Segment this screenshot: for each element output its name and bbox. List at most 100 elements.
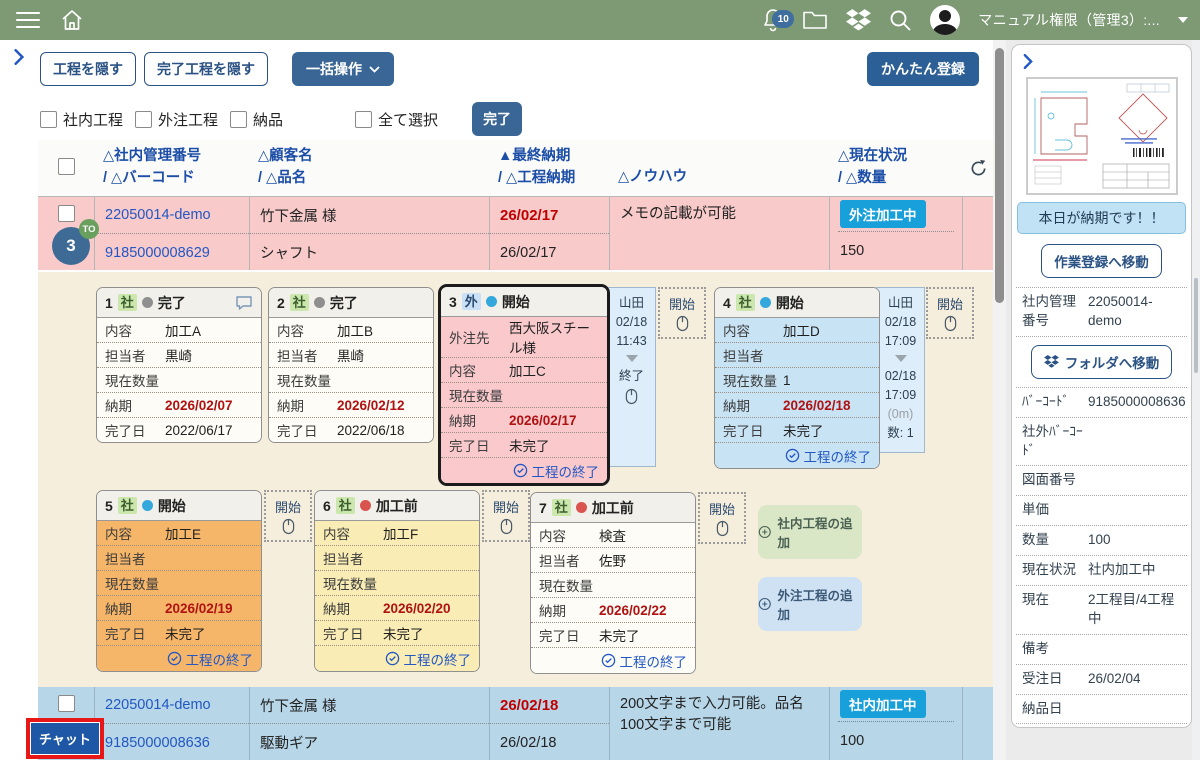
filter-select-all[interactable]: 全て選択 — [355, 109, 438, 130]
end-process-link[interactable]: 工程の終了 — [441, 458, 607, 483]
table-header-row: △社内管理番号/ △バーコード △顧客名/ △品名 ▲最終納期/ △工程納期 △… — [38, 140, 993, 197]
hide-process-button[interactable]: 工程を隠す — [40, 52, 136, 86]
home-icon[interactable] — [60, 9, 84, 31]
field-row: 社内管理番号 22050014-demo — [1012, 288, 1191, 336]
filter-internal-process[interactable]: 社内工程 — [40, 109, 123, 130]
complete-button[interactable]: 完了 — [472, 102, 522, 136]
process-card-3-selected[interactable]: 3 外 開始 外注先西大阪スチール様 内容加工C 現在数量 納期2026/02/… — [438, 284, 610, 486]
col-header-due[interactable]: ▲最終納期/ △工程納期 — [490, 140, 610, 196]
end-process-link[interactable]: 工程の終了 — [97, 646, 261, 671]
work-log-panel-3[interactable]: 山田 02/18 11:43 終了 — [607, 287, 656, 467]
checkbox-delivery[interactable] — [230, 111, 247, 128]
add-internal-process-button[interactable]: 社内工程の追加 — [758, 505, 862, 559]
start-process-button-4[interactable]: 開始 — [926, 287, 974, 339]
notifications-bell-icon[interactable]: 10 — [762, 8, 784, 32]
arrow-down-icon — [895, 355, 907, 362]
refresh-icon[interactable] — [969, 159, 988, 178]
card-body: 内容加工D 担当者 現在数量1 納期2026/02/18 完了日未完了 工程の終… — [715, 318, 879, 468]
account-label[interactable]: マニュアル権限（管理3）:... — [978, 10, 1160, 30]
search-icon[interactable] — [889, 9, 912, 32]
start-process-button-7[interactable]: 開始 — [698, 492, 746, 544]
start-process-button-3[interactable]: 開始 — [658, 287, 706, 339]
bulk-action-button[interactable]: 一括操作 — [292, 52, 394, 86]
add-external-process-button[interactable]: 外注工程の追加 — [758, 577, 862, 631]
status-dot-blue — [142, 500, 153, 511]
process-card-5[interactable]: 5 社 開始 内容加工E 担当者 現在数量 納期2026/02/19 完了日未完… — [96, 490, 262, 672]
status-dot-red — [576, 502, 587, 513]
account-caret-icon[interactable] — [1178, 17, 1188, 23]
process-card-4[interactable]: 4 社 開始 内容加工D 担当者 現在数量1 納期2026/02/18 完了日未… — [714, 287, 880, 469]
order-id-link[interactable]: 22050014-demo — [105, 207, 211, 223]
row1-checkbox-cell: 3TO — [38, 197, 95, 271]
process-card-6[interactable]: 6 社 加工前 内容加工F 担当者 現在数量 納期2026/02/20 完了日未… — [314, 490, 480, 672]
col-header-id-barcode[interactable]: △社内管理番号/ △バーコード — [95, 140, 250, 196]
chat-button[interactable]: チャット — [31, 723, 99, 754]
chevron-down-icon — [369, 66, 380, 73]
process-card-1[interactable]: 1 社 完了 内容加工A 担当者黒崎 現在数量 納期2026/02/07 完了日… — [96, 287, 262, 443]
work-log-panel-4[interactable]: 山田 02/18 17:09 02/18 17:09 (0m) 数: 1 — [876, 287, 925, 453]
status-dot-gray — [142, 297, 153, 308]
scrollbar-thumb[interactable] — [1194, 278, 1198, 373]
main-content: 工程を隠す 完了工程を隠す 一括操作 かんたん登録 社内工程 外注工程 納品 全… — [0, 40, 993, 760]
checkbox-internal-process[interactable] — [40, 111, 57, 128]
process-due-date: 26/02/18 — [500, 735, 556, 751]
final-due-date: 26/02/18 — [500, 697, 558, 714]
field-row: 納品日 — [1012, 695, 1191, 724]
start-process-button-5[interactable]: 開始 — [264, 490, 312, 542]
easy-register-button[interactable]: かんたん登録 — [867, 52, 979, 86]
end-process-link[interactable]: 工程の終了 — [315, 646, 479, 671]
chat-button-highlight: チャット — [26, 718, 104, 759]
main-scrollbar[interactable] — [993, 40, 1006, 760]
dropbox-icon[interactable] — [846, 9, 871, 31]
hamburger-menu-icon[interactable] — [16, 12, 40, 28]
mouse-icon — [676, 315, 689, 332]
start-process-button-6[interactable]: 開始 — [482, 490, 530, 542]
table-row[interactable]: 22050014-demo 9185000008636 竹下金属 様 駆動ギア … — [38, 687, 993, 760]
table-row[interactable]: 3TO 22050014-demo 9185000008629 竹下金属 様 シ… — [38, 197, 993, 271]
work-register-button[interactable]: 作業登録へ移動 — [1041, 244, 1162, 278]
scrollbar-thumb[interactable] — [995, 48, 1004, 303]
filter-external-process[interactable]: 外注工程 — [135, 109, 218, 130]
user-avatar[interactable] — [930, 5, 960, 35]
barcode-link[interactable]: 9185000008629 — [105, 245, 210, 261]
mouse-icon — [625, 388, 638, 405]
barcode-link[interactable]: 9185000008636 — [105, 735, 210, 751]
field-row: 備考 — [1012, 635, 1191, 664]
field-row: 図面番号 — [1012, 466, 1191, 495]
checkbox-external-process[interactable] — [135, 111, 152, 128]
col-header-status-qty[interactable]: △現在状況/ △数量 — [830, 140, 963, 196]
dropbox-icon — [1044, 355, 1059, 368]
toolbar: 工程を隠す 完了工程を隠す 一括操作 かんたん登録 — [0, 52, 993, 86]
process-card-7[interactable]: 7 社 加工前 内容検査 担当者佐野 現在数量 納期2026/02/22 完了日… — [530, 492, 696, 674]
field-row: 単価 — [1012, 496, 1191, 525]
comment-icon[interactable] — [235, 295, 253, 311]
col-header-knowhow[interactable]: △ノウハウ — [610, 140, 830, 196]
checkbox-row1[interactable] — [58, 205, 75, 222]
sidebar-scrollbar[interactable] — [1192, 40, 1200, 760]
process-card-2[interactable]: 2 社 完了 内容加工B 担当者黒崎 現在数量 納期2026/02/12 完了日… — [268, 287, 434, 443]
checkbox-header[interactable] — [58, 158, 75, 175]
checkbox-row2[interactable] — [58, 695, 75, 712]
check-circle-icon — [513, 463, 528, 478]
sidebar-collapse-chevron-icon[interactable] — [1022, 53, 1034, 70]
folder-icon[interactable] — [802, 10, 828, 30]
status-badge[interactable]: 外注加工中 — [840, 200, 926, 228]
status-badge[interactable]: 社内加工中 — [840, 690, 926, 718]
card-header: 7 社 加工前 — [531, 493, 695, 523]
hide-completed-button[interactable]: 完了工程を隠す — [144, 52, 268, 86]
drawing-thumbnail[interactable] — [1026, 77, 1178, 195]
field-row: ﾊﾞｰｺｰﾄﾞ9185000008636 — [1012, 388, 1191, 417]
filter-delivery[interactable]: 納品 — [230, 109, 283, 130]
end-process-link[interactable]: 工程の終了 — [715, 443, 879, 468]
end-process-link[interactable]: 工程の終了 — [531, 648, 695, 673]
status-dot-red — [360, 500, 371, 511]
field-row: 現在2工程目/4工程中 — [1012, 586, 1191, 634]
folder-move-button[interactable]: フォルダへ移動 — [1031, 345, 1173, 379]
card-body: 内容加工E 担当者 現在数量 納期2026/02/19 完了日未完了 工程の終了 — [97, 521, 261, 671]
process-count-badge[interactable]: 3TO — [52, 227, 90, 265]
col-header-customer-product[interactable]: △顧客名/ △品名 — [250, 140, 490, 196]
orders-table: △社内管理番号/ △バーコード △顧客名/ △品名 ▲最終納期/ △工程納期 △… — [38, 140, 993, 271]
checkbox-select-all[interactable] — [355, 111, 372, 128]
card-body: 内容加工A 担当者黒崎 現在数量 納期2026/02/07 完了日2022/06… — [97, 318, 261, 442]
order-id-link[interactable]: 22050014-demo — [105, 697, 211, 713]
